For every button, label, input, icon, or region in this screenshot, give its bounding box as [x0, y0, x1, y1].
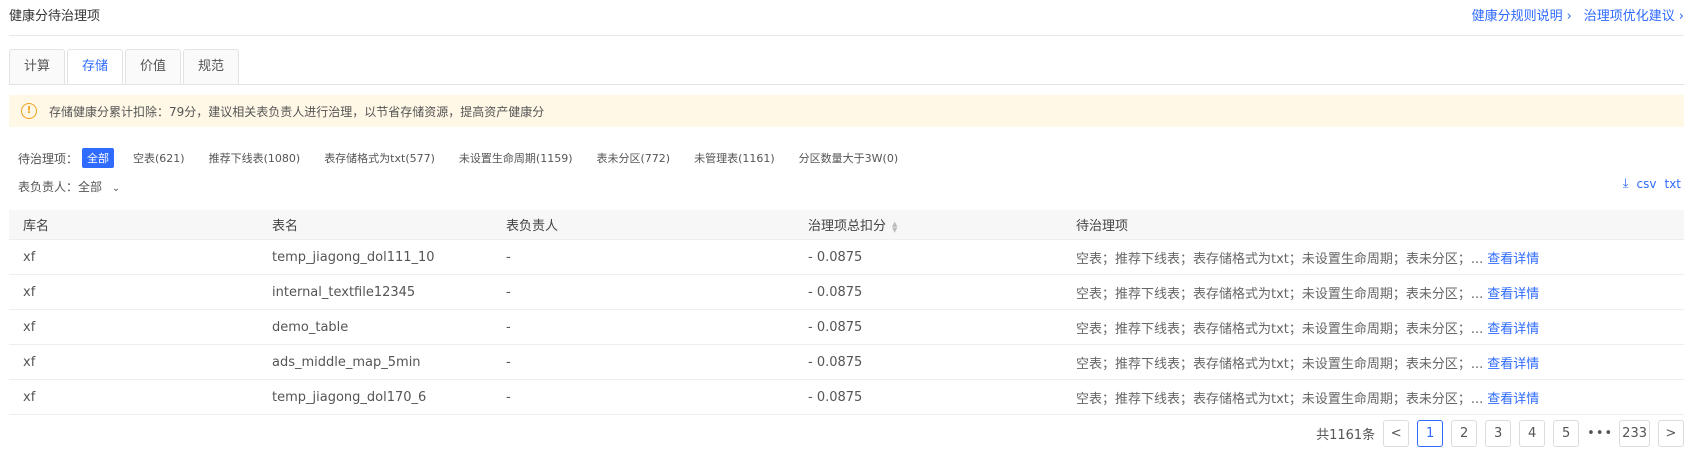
sort-icon[interactable]: ▲ ▼ — [892, 220, 897, 233]
cell-deduct: - 0.0875 — [794, 239, 1062, 275]
col-owner: 表负责人 — [492, 210, 794, 240]
header-links: 健康分规则说明 › 治理项优化建议 › — [1472, 5, 1684, 24]
warning-icon: ! — [21, 103, 37, 119]
cell-table: demo_table — [258, 309, 492, 345]
view-detail-link[interactable]: 查看详情 — [1487, 252, 1539, 267]
governance-table: 库名 表名 表负责人 治理项总扣分 ▲ ▼ 待治理项 xf temp_jiagong… — [9, 210, 1684, 415]
tab-value[interactable]: 价值 — [125, 49, 182, 84]
pending-items: 空表；推荐下线表；表存储格式为txt；未设置生命周期；表未分区；... — [1076, 286, 1484, 302]
cell-table: temp_jiagong_dol170_6 — [258, 379, 492, 415]
filter-label: 待治理项： — [18, 151, 79, 166]
page-button-3[interactable]: 3 — [1485, 420, 1512, 447]
filter-chip-offline[interactable]: 推荐下线表(1080) — [204, 148, 306, 168]
cell-table: temp_jiagong_dol111_10 — [258, 239, 492, 275]
owner-filter-label: 表负责人： — [18, 180, 79, 194]
pending-filter-bar: 待治理项： 全部 空表(621) 推荐下线表(1080) 表存储格式为txt(5… — [18, 148, 917, 168]
cell-owner: - — [492, 344, 794, 380]
filter-chip-all[interactable]: 全部 — [82, 148, 115, 168]
cell-deduct: - 0.0875 — [794, 344, 1062, 380]
filter-chip-partition[interactable]: 表未分区(772) — [591, 148, 675, 168]
optimization-suggest-label: 治理项优化建议 — [1583, 9, 1675, 24]
export-group: ⤓ csv txt — [1623, 176, 1681, 191]
cell-db: xf — [9, 309, 258, 345]
header: 健康分待治理项 健康分规则说明 › 治理项优化建议 › — [9, 0, 1684, 36]
page-button-2[interactable]: 2 — [1451, 420, 1478, 447]
cell-db: xf — [9, 344, 258, 380]
more-pages-ellipsis[interactable]: ••• — [1587, 426, 1612, 441]
health-rules-label: 健康分规则说明 — [1471, 9, 1563, 24]
prev-page-button[interactable]: < — [1383, 420, 1410, 447]
filter-chip-lifecycle[interactable]: 未设置生命周期(1159) — [454, 148, 578, 168]
table-row: xf demo_table - - 0.0875 空表；推荐下线表；表存储格式为… — [9, 309, 1684, 345]
chevron-right-icon: › — [1566, 9, 1572, 24]
col-pending: 待治理项 — [1062, 210, 1684, 240]
page-button-5[interactable]: 5 — [1553, 420, 1580, 447]
cell-deduct: - 0.0875 — [794, 274, 1062, 310]
filter-chip-empty[interactable]: 空表(621) — [128, 148, 190, 168]
table-row: xf internal_textfile12345 - - 0.0875 空表；… — [9, 274, 1684, 310]
cell-table: internal_textfile12345 — [258, 274, 492, 310]
cell-db: xf — [9, 274, 258, 310]
filter-chip-partition-count[interactable]: 分区数量大于3W(0) — [794, 148, 903, 168]
cell-owner: - — [492, 239, 794, 275]
optimization-suggest-link[interactable]: 治理项优化建议 › — [1584, 5, 1684, 24]
page-button-4[interactable]: 4 — [1519, 420, 1546, 447]
alert-banner: ! 存储健康分累计扣除：79分，建议相关表负责人进行治理，以节省存储资源，提高资… — [9, 95, 1684, 127]
health-rules-link[interactable]: 健康分规则说明 › — [1472, 5, 1572, 24]
tab-bar: 计算 存储 价值 规范 — [9, 49, 241, 85]
owner-filter[interactable]: 表负责人：全部 ⌄ — [18, 178, 120, 195]
cell-table: ads_middle_map_5min — [258, 344, 492, 380]
col-deduct-label: 治理项总扣分 — [808, 219, 887, 234]
total-count: 共1161条 — [1316, 428, 1376, 443]
view-detail-link[interactable]: 查看详情 — [1487, 357, 1539, 372]
tab-divider — [9, 84, 1684, 85]
tab-standard[interactable]: 规范 — [183, 49, 240, 84]
pending-items: 空表；推荐下线表；表存储格式为txt；未设置生命周期；表未分区；... — [1076, 251, 1484, 267]
export-txt-link[interactable]: txt — [1664, 177, 1681, 191]
view-detail-link[interactable]: 查看详情 — [1487, 392, 1539, 407]
cell-pending: 空表；推荐下线表；表存储格式为txt；未设置生命周期；表未分区；... 查看详情 — [1062, 344, 1684, 380]
col-deduct[interactable]: 治理项总扣分 ▲ ▼ — [794, 210, 1062, 240]
cell-deduct: - 0.0875 — [794, 309, 1062, 345]
cell-pending: 空表；推荐下线表；表存储格式为txt；未设置生命周期；表未分区；... 查看详情 — [1062, 274, 1684, 310]
tab-storage[interactable]: 存储 — [67, 49, 124, 85]
pagination: 共1161条 < 1 2 3 4 5 ••• 233 > — [1316, 420, 1684, 447]
table-row: xf temp_jiagong_dol170_6 - - 0.0875 空表；推… — [9, 379, 1684, 415]
export-csv-link[interactable]: csv — [1637, 177, 1657, 191]
pending-items: 空表；推荐下线表；表存储格式为txt；未设置生命周期；表未分区；... — [1076, 391, 1484, 407]
col-table: 表名 — [258, 210, 492, 240]
cell-owner: - — [492, 309, 794, 345]
alert-text: 存储健康分累计扣除：79分，建议相关表负责人进行治理，以节省存储资源，提高资产健… — [49, 104, 545, 119]
download-icon: ⤓ — [1622, 176, 1629, 191]
cell-owner: - — [492, 379, 794, 415]
cell-deduct: - 0.0875 — [794, 379, 1062, 415]
cell-owner: - — [492, 274, 794, 310]
next-page-button[interactable]: > — [1658, 420, 1684, 447]
tab-compute[interactable]: 计算 — [9, 49, 66, 84]
chevron-right-icon: › — [1678, 9, 1684, 24]
table-row: xf ads_middle_map_5min - - 0.0875 空表；推荐下… — [9, 344, 1684, 380]
page-title: 健康分待治理项 — [9, 9, 101, 24]
chevron-down-icon: ⌄ — [111, 183, 121, 194]
cell-pending: 空表；推荐下线表；表存储格式为txt；未设置生命周期；表未分区；... 查看详情 — [1062, 379, 1684, 415]
owner-filter-value: 全部 — [78, 180, 103, 194]
filter-chip-txt[interactable]: 表存储格式为txt(577) — [319, 148, 440, 168]
cell-pending: 空表；推荐下线表；表存储格式为txt；未设置生命周期；表未分区；... 查看详情 — [1062, 239, 1684, 275]
cell-pending: 空表；推荐下线表；表存储格式为txt；未设置生命周期；表未分区；... 查看详情 — [1062, 309, 1684, 345]
page-button-1[interactable]: 1 — [1417, 420, 1444, 447]
cell-db: xf — [9, 239, 258, 275]
filter-chip-unmanaged[interactable]: 未管理表(1161) — [689, 148, 780, 168]
pending-items: 空表；推荐下线表；表存储格式为txt；未设置生命周期；表未分区；... — [1076, 356, 1484, 372]
table-row: xf temp_jiagong_dol111_10 - - 0.0875 空表；… — [9, 239, 1684, 275]
view-detail-link[interactable]: 查看详情 — [1487, 287, 1539, 302]
view-detail-link[interactable]: 查看详情 — [1487, 322, 1539, 337]
cell-db: xf — [9, 379, 258, 415]
col-db: 库名 — [9, 210, 258, 240]
page-button-last[interactable]: 233 — [1619, 420, 1650, 447]
pending-items: 空表；推荐下线表；表存储格式为txt；未设置生命周期；表未分区；... — [1076, 321, 1484, 337]
table-header-row: 库名 表名 表负责人 治理项总扣分 ▲ ▼ 待治理项 — [9, 210, 1684, 240]
